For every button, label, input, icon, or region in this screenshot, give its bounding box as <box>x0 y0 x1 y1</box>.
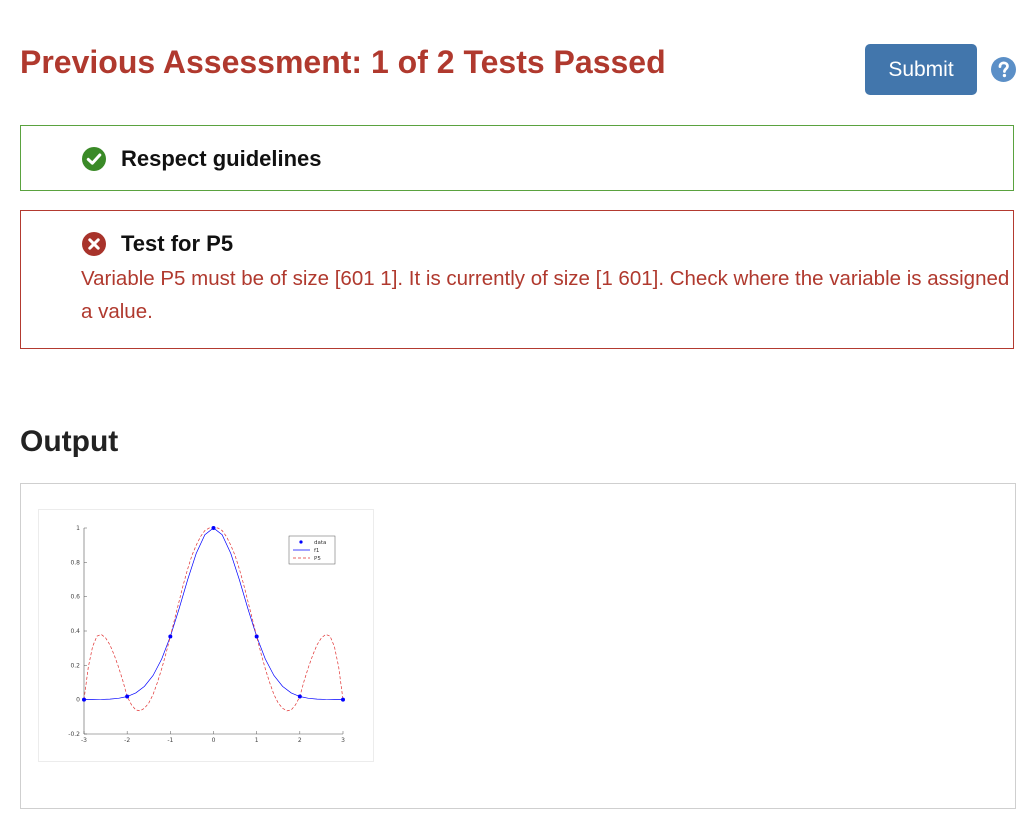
data-point <box>211 526 216 530</box>
x-tick-label: -2 <box>124 737 130 744</box>
data-point <box>254 634 259 639</box>
legend-label: P5 <box>314 556 321 562</box>
plot-figure: -3 -2 -1 0 1 2 3 -0.2 0 0.2 0.4 0.6 0.8 1 data f1 P5 <box>38 509 374 762</box>
x-tick-label: 2 <box>298 737 302 744</box>
x-tick-label: 1 <box>255 737 259 744</box>
legend-marker <box>299 540 303 544</box>
test-message: Variable P5 must be of size [601 1]. It … <box>81 267 1010 323</box>
y-tick-label: -0.2 <box>68 731 80 738</box>
question-circle-icon[interactable] <box>991 57 1016 82</box>
check-circle-icon <box>82 147 106 171</box>
submit-button[interactable]: Submit <box>865 44 977 95</box>
test-name: Test for P5 <box>121 231 234 256</box>
test-name: Respect guidelines <box>121 146 322 171</box>
y-tick-label: 0 <box>76 697 80 704</box>
x-tick-label: 3 <box>341 737 345 744</box>
x-tick-label: 0 <box>212 737 216 744</box>
output-panel: -3 -2 -1 0 1 2 3 -0.2 0 0.2 0.4 0.6 0.8 1 data f1 P5 <box>20 483 1016 809</box>
x-tick-label: -3 <box>81 737 87 744</box>
x-circle-icon <box>82 232 106 256</box>
data-point <box>168 634 173 639</box>
legend-label: data <box>314 540 326 546</box>
legend-label: f1 <box>314 548 319 554</box>
test-result-passed: Respect guidelines <box>20 125 1014 191</box>
y-tick-label: 0.2 <box>70 662 80 669</box>
y-tick-label: 1 <box>76 525 80 532</box>
y-tick-label: 0.6 <box>70 594 80 601</box>
data-point <box>297 694 302 699</box>
data-point <box>125 694 130 699</box>
data-point <box>341 697 345 702</box>
data-point <box>82 697 86 702</box>
test-result-failed: Test for P5 Variable P5 must be of size … <box>20 210 1014 349</box>
output-title: Output <box>20 425 119 458</box>
x-tick-label: -1 <box>167 737 173 744</box>
chart: -3 -2 -1 0 1 2 3 -0.2 0 0.2 0.4 0.6 0.8 1 data f1 P5 <box>68 525 345 744</box>
y-tick-label: 0.8 <box>70 559 80 566</box>
page-title: Previous Assessment: 1 of 2 Tests Passed <box>20 44 666 80</box>
y-tick-label: 0.4 <box>70 628 80 635</box>
